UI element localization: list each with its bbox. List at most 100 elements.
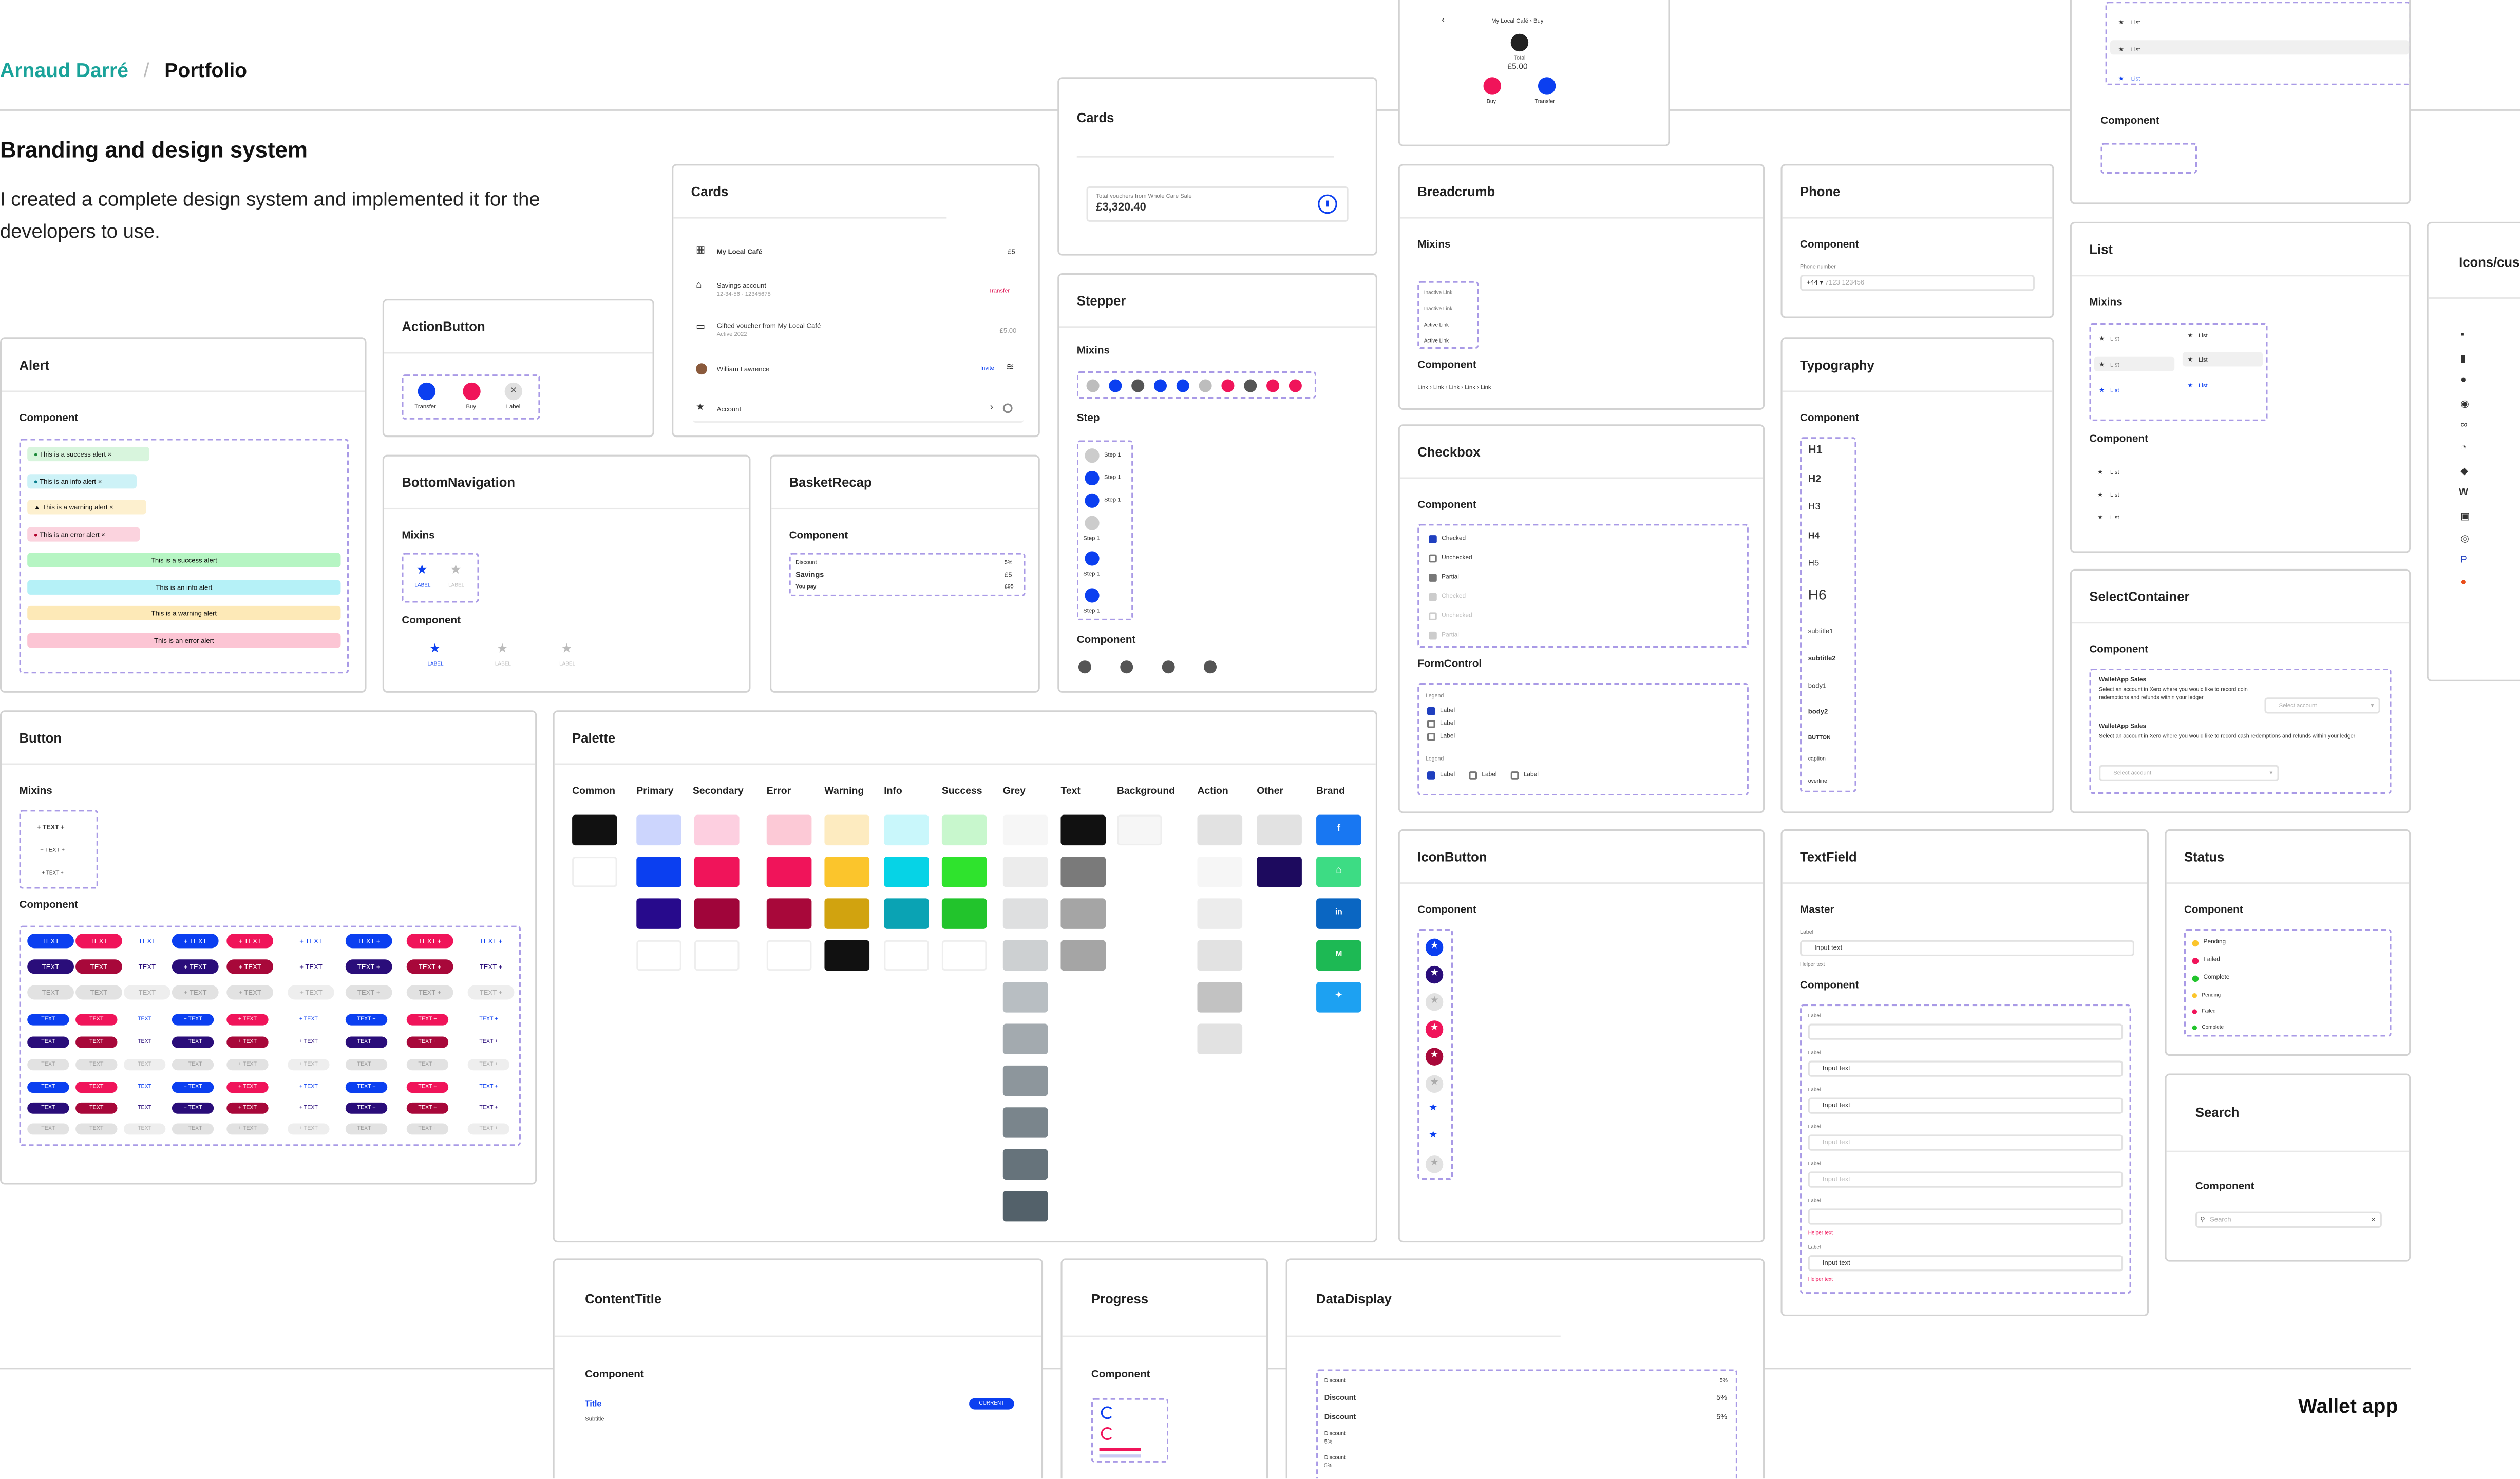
text-button[interactable]: TEXT + (406, 959, 453, 974)
text-button[interactable]: + TEXT (172, 1014, 214, 1026)
text-button[interactable]: TEXT (75, 959, 122, 974)
checkbox-checked[interactable] (1427, 707, 1435, 715)
text-button[interactable]: + TEXT (288, 1123, 330, 1135)
text-button[interactable]: TEXT + (467, 985, 515, 1000)
text-button[interactable]: TEXT (27, 1082, 69, 1093)
star-icon[interactable]: ★ (497, 641, 508, 656)
star-icon-button[interactable]: ★ (1425, 1048, 1444, 1066)
text-button[interactable]: TEXT + (406, 1059, 449, 1071)
footer-project-link[interactable]: Wallet app (2298, 1395, 2398, 1417)
text-button[interactable]: TEXT + (406, 1082, 449, 1093)
text-button[interactable]: TEXT + (468, 1082, 509, 1093)
star-icon-button[interactable]: ★ (1429, 1103, 1437, 1114)
text-button[interactable]: TEXT (75, 1123, 118, 1135)
text-button[interactable]: TEXT + (345, 959, 392, 974)
text-button[interactable]: + TEXT (226, 1082, 269, 1093)
text-input[interactable]: Input text (1808, 1097, 2124, 1114)
text-button[interactable]: TEXT + (406, 934, 453, 949)
card-row[interactable] (692, 404, 1024, 423)
text-button[interactable]: + TEXT (172, 959, 219, 974)
checkbox-unchecked[interactable] (1510, 771, 1519, 780)
text-button[interactable]: TEXT + (468, 1103, 509, 1114)
text-button[interactable]: TEXT (75, 985, 122, 1000)
text-button[interactable]: TEXT (75, 1082, 118, 1093)
star-icon-button[interactable]: ★ (1425, 1155, 1444, 1173)
text-button[interactable]: TEXT + (345, 934, 392, 949)
text-button[interactable]: TEXT + (345, 1102, 388, 1114)
text-button[interactable]: TEXT (75, 1014, 118, 1026)
text-button[interactable]: TEXT + (468, 1037, 509, 1048)
list-selected-row[interactable] (2182, 352, 2263, 367)
text-button[interactable]: TEXT (124, 1103, 165, 1114)
star-icon[interactable]: ★ (429, 641, 441, 656)
text-button[interactable]: TEXT (124, 934, 170, 948)
text-button[interactable]: TEXT + (406, 1102, 449, 1114)
text-button[interactable]: + TEXT (226, 1036, 269, 1048)
text-button[interactable]: TEXT (123, 985, 170, 1000)
star-icon[interactable]: ★ (561, 641, 572, 656)
text-button[interactable]: + TEXT (172, 985, 219, 1000)
checkbox-unchecked[interactable] (1429, 554, 1437, 563)
country-code[interactable]: +44 (1807, 278, 1818, 286)
text-button[interactable]: TEXT + (468, 959, 515, 974)
text-button[interactable]: TEXT (123, 1059, 166, 1071)
buy-button[interactable] (1483, 77, 1501, 95)
text-button[interactable]: + TEXT (288, 985, 334, 1000)
text-button[interactable]: TEXT (27, 1036, 69, 1048)
text-button[interactable]: TEXT + (406, 1014, 449, 1026)
list-selected-row[interactable] (2094, 356, 2175, 371)
text-button[interactable]: + TEXT (172, 1036, 214, 1048)
radio-icon[interactable] (1002, 403, 1013, 413)
breadcrumb-link[interactable]: Link (1417, 384, 1428, 391)
text-button[interactable]: + TEXT (288, 1059, 330, 1071)
chevron-right-icon[interactable]: › (990, 404, 993, 413)
text-button[interactable]: TEXT + (345, 1082, 388, 1093)
checkbox-unchecked[interactable] (1427, 733, 1435, 741)
text-button[interactable]: TEXT + (345, 1014, 388, 1026)
text-button[interactable]: TEXT (27, 1059, 69, 1071)
breadcrumb-link[interactable]: Link (1433, 384, 1444, 391)
text-button[interactable]: TEXT (27, 1102, 69, 1114)
text-input-error[interactable]: Input text (1808, 1255, 2124, 1272)
text-button[interactable]: + TEXT (288, 1103, 329, 1114)
text-button[interactable]: + TEXT (226, 1059, 269, 1071)
close-action-button[interactable]: × (504, 382, 523, 401)
text-button[interactable]: TEXT (27, 959, 74, 974)
star-icon-button[interactable]: ★ (1425, 993, 1444, 1011)
buy-action-button[interactable] (463, 382, 481, 401)
star-icon-button[interactable]: ★ (1429, 1130, 1437, 1141)
text-button[interactable]: + TEXT (172, 1102, 214, 1114)
text-button[interactable]: + TEXT (288, 1014, 329, 1026)
breadcrumb-link[interactable]: Link (1481, 384, 1491, 391)
text-button[interactable]: + TEXT (226, 1102, 269, 1114)
text-button[interactable]: + TEXT (288, 1082, 329, 1093)
star-icon-button[interactable]: ★ (1425, 965, 1444, 984)
author-link[interactable]: Arnaud Darré (0, 60, 128, 82)
text-input[interactable]: Input text (1808, 1171, 2124, 1188)
invite-link[interactable]: Invite (980, 365, 994, 371)
star-icon[interactable]: ★ (416, 562, 428, 577)
master-text-input[interactable]: Input text (1800, 940, 2134, 957)
text-button[interactable]: TEXT (124, 959, 170, 974)
text-button[interactable]: TEXT (75, 1102, 118, 1114)
inactive-link[interactable]: Inactive Link (1424, 289, 1452, 296)
active-link[interactable]: Active Link (1424, 337, 1449, 344)
active-link[interactable]: Active Link (1424, 321, 1449, 328)
star-icon[interactable]: ★ (450, 562, 461, 577)
text-button[interactable]: TEXT (27, 1014, 69, 1026)
text-button[interactable]: TEXT + (345, 985, 392, 1000)
list-selected-row[interactable] (2110, 40, 2410, 55)
transfer-button[interactable] (1538, 77, 1556, 95)
inactive-link[interactable]: Inactive Link (1424, 306, 1452, 312)
text-button[interactable]: + TEXT (172, 934, 219, 949)
text-button[interactable]: + TEXT + (37, 823, 65, 831)
star-icon-button[interactable]: ★ (1425, 1075, 1444, 1093)
checkbox-partial[interactable] (1429, 574, 1437, 582)
text-button[interactable]: TEXT + (467, 1123, 510, 1135)
select-dropdown[interactable]: Select account ▾ (2099, 765, 2279, 781)
text-button[interactable]: TEXT + (468, 1014, 509, 1026)
text-button[interactable]: TEXT + (468, 934, 515, 948)
breadcrumb-link[interactable]: Link (1465, 384, 1475, 391)
text-button[interactable]: + TEXT (288, 959, 334, 974)
text-button[interactable]: TEXT (75, 1059, 118, 1071)
